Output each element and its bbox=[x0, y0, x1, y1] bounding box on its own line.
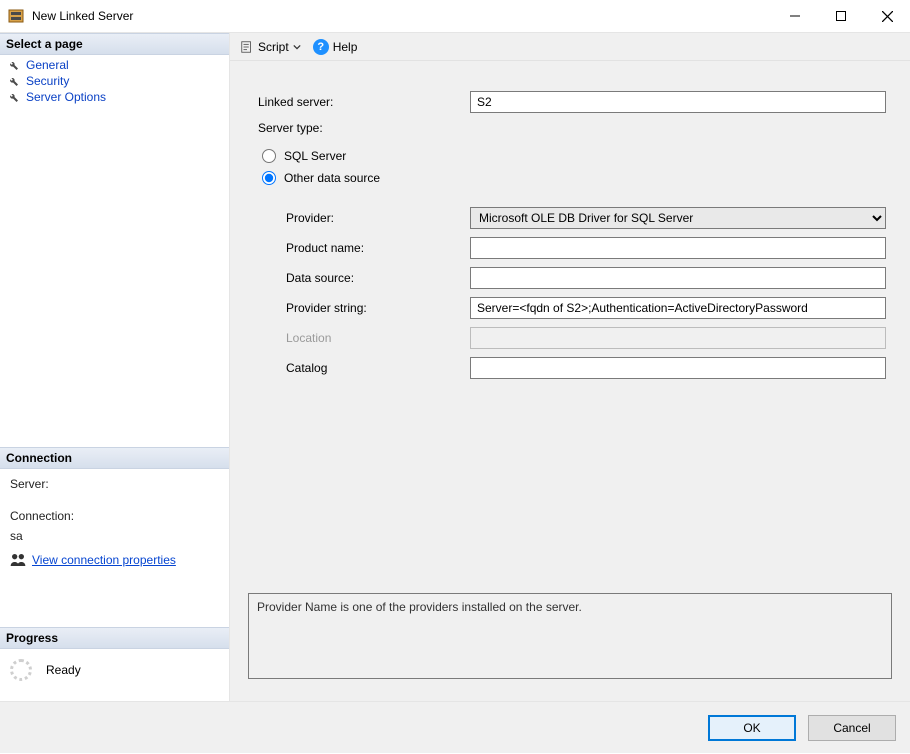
connection-value: sa bbox=[10, 529, 219, 543]
catalog-input[interactable] bbox=[470, 357, 886, 379]
close-button[interactable] bbox=[864, 0, 910, 32]
title-bar: New Linked Server bbox=[0, 0, 910, 32]
sidebar: Select a page General Security Server Op… bbox=[0, 33, 230, 701]
script-button[interactable]: Script bbox=[240, 40, 301, 54]
help-button[interactable]: ? Help bbox=[313, 39, 358, 55]
radio-sql-server[interactable] bbox=[262, 149, 276, 163]
data-source-input[interactable] bbox=[470, 267, 886, 289]
page-item-label: General bbox=[26, 58, 69, 72]
location-input bbox=[470, 327, 886, 349]
progress-spinner-icon bbox=[10, 659, 32, 681]
window-title: New Linked Server bbox=[32, 9, 133, 23]
connection-header: Connection bbox=[0, 447, 229, 469]
progress-header: Progress bbox=[0, 627, 229, 649]
radio-sql-label: SQL Server bbox=[284, 149, 346, 163]
progress-status: Ready bbox=[46, 663, 81, 677]
main-panel: Script ? Help Linked server: Server type… bbox=[230, 33, 910, 701]
app-icon bbox=[8, 8, 24, 24]
page-item-security[interactable]: Security bbox=[0, 73, 229, 89]
wrench-icon bbox=[6, 74, 20, 88]
progress-block: Ready bbox=[0, 649, 229, 701]
ok-button[interactable]: OK bbox=[708, 715, 796, 741]
connection-block: Server: Connection: sa View connection p… bbox=[0, 469, 229, 577]
radio-other-source[interactable] bbox=[262, 171, 276, 185]
chevron-down-icon bbox=[293, 43, 301, 51]
page-list: General Security Server Options bbox=[0, 55, 229, 105]
page-item-label: Security bbox=[26, 74, 69, 88]
toolbar: Script ? Help bbox=[230, 33, 910, 61]
select-page-header: Select a page bbox=[0, 33, 229, 55]
footer: OK Cancel bbox=[0, 701, 910, 753]
cancel-button[interactable]: Cancel bbox=[808, 715, 896, 741]
wrench-icon bbox=[6, 58, 20, 72]
radio-other-label: Other data source bbox=[284, 171, 380, 185]
linked-server-input[interactable] bbox=[470, 91, 886, 113]
page-item-server-options[interactable]: Server Options bbox=[0, 89, 229, 105]
maximize-button[interactable] bbox=[818, 0, 864, 32]
view-connection-link[interactable]: View connection properties bbox=[32, 553, 176, 567]
product-name-input[interactable] bbox=[470, 237, 886, 259]
page-item-general[interactable]: General bbox=[0, 57, 229, 73]
script-label: Script bbox=[258, 40, 289, 54]
catalog-label: Catalog bbox=[258, 361, 470, 375]
wrench-icon bbox=[6, 90, 20, 104]
help-icon: ? bbox=[313, 39, 329, 55]
minimize-button[interactable] bbox=[772, 0, 818, 32]
location-label: Location bbox=[258, 331, 470, 345]
server-type-label: Server type: bbox=[258, 121, 892, 135]
script-icon bbox=[240, 40, 254, 54]
provider-string-label: Provider string: bbox=[258, 301, 470, 315]
provider-label: Provider: bbox=[258, 211, 470, 225]
product-name-label: Product name: bbox=[258, 241, 470, 255]
linked-server-label: Linked server: bbox=[258, 95, 470, 109]
page-item-label: Server Options bbox=[26, 90, 106, 104]
info-box: Provider Name is one of the providers in… bbox=[248, 593, 892, 679]
server-label: Server: bbox=[10, 477, 219, 491]
connection-label: Connection: bbox=[10, 509, 219, 523]
data-source-label: Data source: bbox=[258, 271, 470, 285]
form-area: Linked server: Server type: SQL Server O… bbox=[230, 61, 910, 397]
connection-icon bbox=[10, 553, 26, 567]
provider-string-input[interactable] bbox=[470, 297, 886, 319]
provider-select[interactable]: Microsoft OLE DB Driver for SQL Server bbox=[470, 207, 886, 229]
help-label: Help bbox=[333, 40, 358, 54]
